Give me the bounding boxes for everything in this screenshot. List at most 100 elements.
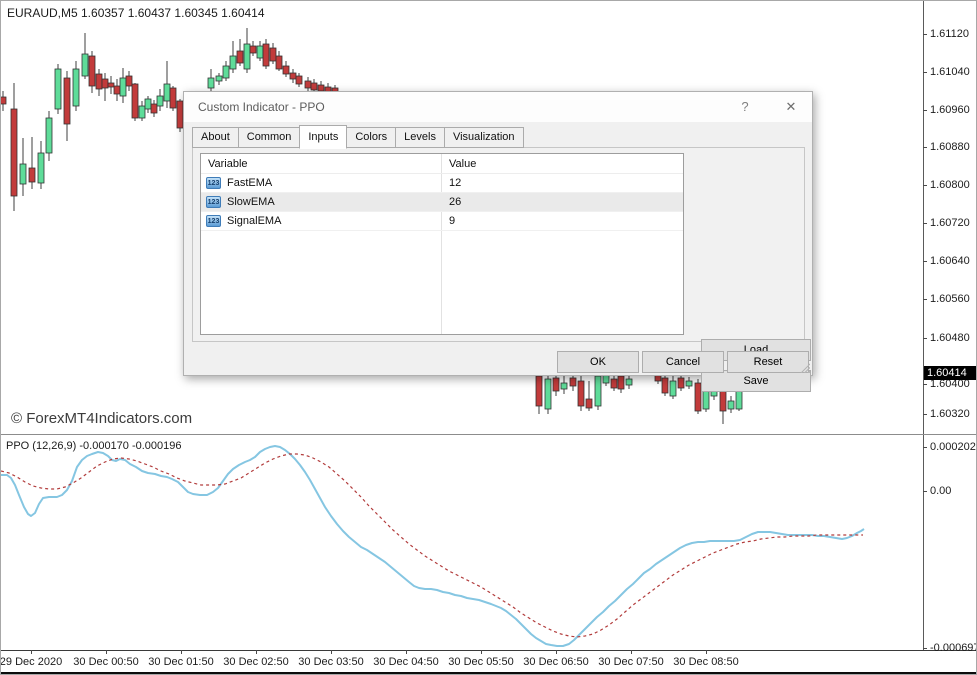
candle-body xyxy=(38,153,44,183)
candle-body xyxy=(157,96,163,106)
numeric-parameter-icon: 123 xyxy=(206,177,221,189)
candle-body xyxy=(126,76,132,86)
help-icon[interactable]: ? xyxy=(732,97,758,117)
indicator-tick-label: 0.000202 xyxy=(930,441,976,453)
tab-colors[interactable]: Colors xyxy=(346,127,396,148)
time-tick-label: 30 Dec 01:50 xyxy=(148,656,213,668)
candle-body xyxy=(720,391,726,411)
variable-value[interactable]: 26 xyxy=(449,193,461,212)
indicator-tick xyxy=(923,491,927,492)
candle-body xyxy=(114,86,120,94)
cancel-button[interactable]: Cancel xyxy=(642,351,724,373)
candle-body xyxy=(216,76,222,81)
time-tick-label: 30 Dec 03:50 xyxy=(298,656,363,668)
indicator-tick-label: -0.000697 xyxy=(930,642,977,654)
variable-value[interactable]: 9 xyxy=(449,212,455,231)
price-tick xyxy=(923,72,927,73)
time-tick xyxy=(631,650,632,654)
candle-body xyxy=(96,74,102,89)
candle-body xyxy=(678,378,684,388)
price-tick xyxy=(923,338,927,339)
candle-body xyxy=(586,399,592,408)
candle-body xyxy=(1,97,6,104)
save-button[interactable]: Save xyxy=(701,370,811,392)
resize-grip[interactable] xyxy=(799,362,810,373)
candle-body xyxy=(626,379,632,385)
table-row-fastema[interactable]: 123 FastEMA 12 xyxy=(201,174,683,193)
close-icon[interactable]: ✕ xyxy=(776,97,806,117)
inputs-table: Variable Value 123 FastEMA 12 123 SlowEM… xyxy=(200,153,684,335)
dialog-title: Custom Indicator - PPO xyxy=(198,100,325,114)
candle-body xyxy=(670,381,676,396)
numeric-parameter-icon: 123 xyxy=(206,215,221,227)
candle-body xyxy=(29,168,35,182)
time-tick xyxy=(406,650,407,654)
tab-about[interactable]: About xyxy=(192,127,239,148)
dialog-titlebar[interactable]: Custom Indicator - PPO ? ✕ xyxy=(184,92,812,122)
ppo-line xyxy=(1,446,864,646)
candle-body xyxy=(662,378,668,393)
time-tick-label: 29 Dec 2020 xyxy=(0,656,62,668)
variable-value[interactable]: 12 xyxy=(449,174,461,193)
table-row-slowema[interactable]: 123 SlowEMA 26 xyxy=(201,193,683,212)
price-axis-line xyxy=(923,1,924,650)
price-tick-label: 1.60720 xyxy=(930,217,970,229)
candle-body xyxy=(305,81,311,88)
candle-body xyxy=(728,401,734,409)
price-tick xyxy=(923,185,927,186)
candle-body xyxy=(237,51,243,63)
candle-body xyxy=(257,46,263,58)
indicator-tick xyxy=(923,648,927,649)
numeric-parameter-icon: 123 xyxy=(206,196,221,208)
candle-body xyxy=(290,73,296,79)
candle-body xyxy=(120,78,126,96)
current-price-box: 1.60414 xyxy=(924,366,977,380)
candle-body xyxy=(686,381,692,386)
price-tick xyxy=(923,34,927,35)
time-tick xyxy=(31,650,32,654)
candle-body xyxy=(20,164,26,184)
candle-body xyxy=(561,383,567,389)
tab-common[interactable]: Common xyxy=(238,127,301,148)
reset-button[interactable]: Reset xyxy=(727,351,809,373)
indicator-name-label: PPO (12,26,9) -0.000170 -0.000196 xyxy=(6,440,182,452)
price-tick-label: 1.61040 xyxy=(930,66,970,78)
time-tick xyxy=(556,650,557,654)
candle-body xyxy=(164,84,170,101)
column-header-variable: Variable xyxy=(201,158,248,170)
price-tick-label: 1.60320 xyxy=(930,408,970,420)
tab-inputs[interactable]: Inputs xyxy=(299,125,347,149)
table-row-signalema[interactable]: 123 SignalEMA 9 xyxy=(201,212,683,231)
tab-visualization[interactable]: Visualization xyxy=(444,127,524,148)
price-tick xyxy=(923,110,927,111)
price-tick-label: 1.60960 xyxy=(930,104,970,116)
custom-indicator-dialog: Custom Indicator - PPO ? ✕ About Common … xyxy=(183,91,813,376)
time-tick xyxy=(481,650,482,654)
price-tick-label: 1.60560 xyxy=(930,293,970,305)
time-tick-label: 30 Dec 04:50 xyxy=(373,656,438,668)
panel-separator[interactable] xyxy=(1,434,977,435)
tab-levels[interactable]: Levels xyxy=(395,127,445,148)
mt4-chart-window: EURAUD,M5 1.60357 1.60437 1.60345 1.6041… xyxy=(0,0,977,675)
time-tick-label: 30 Dec 08:50 xyxy=(673,656,738,668)
time-tick xyxy=(106,650,107,654)
candle-body xyxy=(250,46,256,53)
candle-body xyxy=(283,66,289,74)
candle-body xyxy=(132,84,138,118)
ok-button[interactable]: OK xyxy=(557,351,639,373)
price-tick-label: 1.60640 xyxy=(930,255,970,267)
table-header-row: Variable Value xyxy=(201,154,683,174)
candle-body xyxy=(578,381,584,406)
candle-body xyxy=(108,83,114,87)
candle-body xyxy=(595,376,601,406)
candle-body xyxy=(55,69,61,109)
price-tick-label: 1.60800 xyxy=(930,179,970,191)
indicator-tick xyxy=(923,447,927,448)
candle-body xyxy=(536,376,542,406)
candle-body xyxy=(230,56,236,69)
dialog-tab-bar: About Common Inputs Colors Levels Visual… xyxy=(192,123,804,148)
candle-body xyxy=(151,104,157,113)
time-tick-label: 30 Dec 07:50 xyxy=(598,656,663,668)
candle-body xyxy=(270,48,276,61)
time-tick xyxy=(706,650,707,654)
